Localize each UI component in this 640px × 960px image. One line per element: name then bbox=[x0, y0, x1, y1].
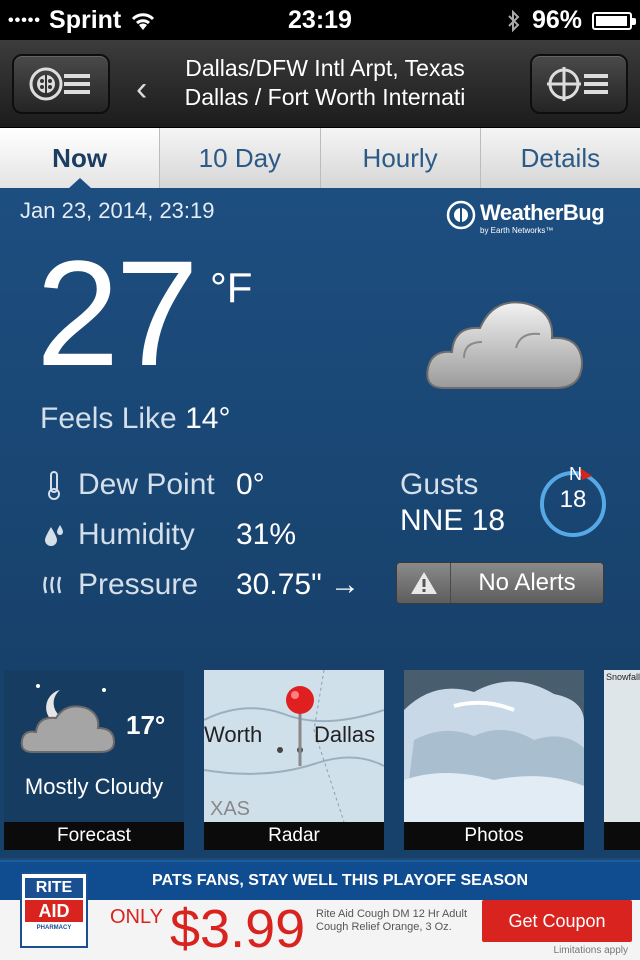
get-coupon-button[interactable]: Get Coupon bbox=[482, 900, 632, 942]
radar-caption: Radar bbox=[204, 822, 384, 850]
logo-byline: by Earth Networks™ bbox=[480, 226, 554, 235]
location-name: Dallas/DFW Intl Arpt, Texas bbox=[185, 55, 465, 81]
snowfall-caption bbox=[604, 822, 640, 850]
ad-only: ONLY bbox=[110, 906, 163, 928]
menu-button[interactable] bbox=[12, 54, 110, 114]
dew-point-label: Dew Point bbox=[78, 468, 215, 501]
feature-tiles: 17° Mostly Cloudy Forecast Worth Dallas … bbox=[0, 660, 640, 858]
humidity-value: 31% bbox=[236, 518, 297, 551]
feels-like-value: 14° bbox=[185, 402, 231, 435]
snowfall-label: Snowfall & bbox=[606, 672, 640, 682]
logo-pharmacy: PHARMACY bbox=[36, 925, 72, 931]
rite-aid-logo: RITE AID PHARMACY bbox=[20, 872, 88, 948]
tab-hourly[interactable]: Hourly bbox=[321, 128, 481, 188]
compass-speed: 18 bbox=[559, 486, 587, 513]
forecast-condition: Mostly Cloudy bbox=[24, 774, 164, 799]
ad-fine-print: Limitations apply bbox=[553, 945, 628, 956]
battery-icon bbox=[592, 11, 636, 30]
gusts-label: Gusts bbox=[400, 468, 479, 501]
alerts-label: No Alerts bbox=[478, 569, 576, 596]
snow-photo bbox=[404, 670, 584, 822]
navigation-bar: ‹ Dallas/DFW Intl Arpt, Texas Dallas / F… bbox=[0, 40, 640, 128]
weatherbug-logo: WeatherBug by Earth Networks™ bbox=[446, 198, 606, 240]
snowfall-tile[interactable]: Snowfall & bbox=[604, 670, 640, 850]
photos-caption: Photos bbox=[404, 822, 584, 850]
logo-rite: RITE bbox=[25, 878, 83, 898]
ad-headline: PATS FANS, STAY WELL THIS PLAYOFF SEASON bbox=[0, 862, 640, 900]
cloudy-icon bbox=[426, 301, 584, 389]
forecast-caption: Forecast bbox=[4, 822, 184, 850]
logo-aid: AID bbox=[25, 900, 83, 922]
pressure-label: Pressure bbox=[78, 568, 199, 601]
tab-bar: Now 10 Day Hourly Details bbox=[0, 128, 640, 188]
current-conditions-panel: Jan 23, 2014, 23:19 WeatherBug by Earth … bbox=[0, 188, 640, 660]
photos-tile[interactable]: Photos bbox=[404, 670, 584, 850]
pressure-value: 30.75" → bbox=[236, 568, 361, 601]
gusts-value: NNE 18 bbox=[400, 504, 506, 537]
forecast-tile[interactable]: 17° Mostly Cloudy Forecast bbox=[4, 670, 184, 850]
status-bar: ••••• Sprint 23:19 96% bbox=[0, 0, 640, 40]
dew-point-value: 0° bbox=[236, 468, 265, 501]
radar-tile[interactable]: Worth Dallas XAS Radar bbox=[204, 670, 384, 850]
thermometer-icon bbox=[40, 470, 68, 500]
pressure-icon bbox=[40, 573, 68, 597]
compass-north-label: N bbox=[569, 464, 582, 484]
tab-details[interactable]: Details bbox=[481, 128, 640, 188]
ad-description: Rite Aid Cough DM 12 Hr Adult Cough Reli… bbox=[316, 908, 468, 933]
logo-name: WeatherBug bbox=[480, 200, 605, 225]
location-subname: Dallas / Fort Worth Internati bbox=[184, 84, 466, 110]
radar-label-texas: XAS bbox=[210, 798, 251, 820]
tab-now[interactable]: Now bbox=[0, 128, 161, 188]
radar-label-dallas: Dallas bbox=[314, 722, 376, 747]
warning-icon bbox=[397, 563, 451, 603]
pressure-row: Pressure 30.75" → bbox=[40, 568, 360, 602]
observation-date: Jan 23, 2014, 23:19 bbox=[20, 198, 215, 223]
wind-compass-icon: N 18 bbox=[536, 464, 610, 538]
dew-point-row: Dew Point 0° bbox=[40, 468, 265, 502]
battery-percentage: 96% bbox=[531, 6, 582, 34]
advertisement-banner[interactable]: PATS FANS, STAY WELL THIS PLAYOFF SEASON… bbox=[0, 860, 640, 960]
chevron-left-icon[interactable]: ‹ bbox=[136, 70, 147, 109]
current-temperature: 27 bbox=[36, 229, 199, 397]
weatherbug-menu-icon bbox=[29, 67, 90, 101]
feels-like-label: Feels Like bbox=[40, 402, 177, 435]
location-title[interactable]: Dallas/DFW Intl Arpt, Texas Dallas / For… bbox=[160, 54, 490, 112]
humidity-label: Humidity bbox=[78, 518, 195, 551]
temperature-unit: °F bbox=[210, 264, 253, 311]
feels-like: Feels Like 14° bbox=[40, 402, 230, 436]
forecast-temperature: 17° bbox=[126, 710, 166, 740]
bluetooth-icon bbox=[508, 9, 520, 32]
weatherbug-bug-icon bbox=[446, 200, 476, 230]
crosshair-list-icon bbox=[547, 67, 608, 101]
tab-10-day[interactable]: 10 Day bbox=[160, 128, 321, 188]
alerts-button[interactable]: No Alerts bbox=[396, 562, 604, 604]
humidity-row: Humidity 31% bbox=[40, 518, 296, 552]
humidity-drop-icon bbox=[40, 523, 68, 547]
radar-label-worth: Worth bbox=[204, 722, 263, 747]
ad-price: $3.99 bbox=[170, 899, 306, 959]
mostly-cloudy-night-icon bbox=[20, 684, 116, 753]
location-button[interactable] bbox=[530, 54, 628, 114]
